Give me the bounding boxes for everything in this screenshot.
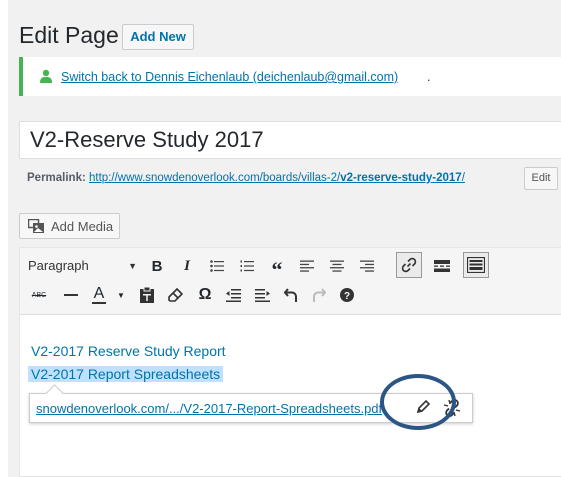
post-title-input[interactable]: V2-Reserve Study 2017: [19, 121, 561, 159]
eraser-icon: [167, 287, 183, 302]
help-button[interactable]: ?: [334, 282, 360, 308]
text-color-dropdown[interactable]: ▼: [108, 282, 134, 308]
add-new-button[interactable]: Add New: [122, 24, 194, 50]
bulleted-list-button[interactable]: [204, 253, 230, 279]
quote-icon: “: [271, 257, 283, 282]
align-left-icon: [300, 260, 314, 272]
switch-back-link[interactable]: Switch back to Dennis Eichenlaub (deiche…: [61, 70, 398, 84]
indent-button[interactable]: [249, 282, 275, 308]
text-color-glyph: A: [93, 285, 105, 302]
blockquote-button[interactable]: “: [264, 253, 290, 282]
italic-button[interactable]: I: [174, 253, 200, 279]
outdent-icon: [225, 288, 241, 302]
redo-button[interactable]: [306, 282, 332, 308]
numbered-list-button[interactable]: [234, 253, 260, 279]
media-icon: [27, 218, 45, 237]
horizontal-line-button[interactable]: [58, 282, 84, 308]
bold-glyph: B: [151, 257, 163, 275]
permalink-label: Permalink:: [27, 172, 86, 184]
clipboard-icon: [140, 287, 154, 303]
read-more-icon: [434, 260, 450, 272]
special-character-button[interactable]: Ω: [192, 282, 218, 308]
permalink-row: Permalink: http://www.snowdenoverlook.co…: [27, 172, 465, 184]
annotation-circle: [380, 374, 456, 430]
content-link-reserve-study[interactable]: V2-2017 Reserve Study Report: [31, 343, 226, 359]
toolbar-toggle-button[interactable]: [463, 252, 489, 278]
outdent-button[interactable]: [220, 282, 246, 308]
keyboard-icon: [467, 257, 485, 273]
align-left-button[interactable]: [294, 253, 320, 279]
strikethrough-glyph: ABC: [31, 291, 47, 299]
add-media-button[interactable]: Add Media: [19, 213, 120, 239]
paste-as-text-button[interactable]: [134, 282, 160, 308]
chevron-down-icon: ▼: [117, 290, 125, 300]
horizontal-line-icon: [64, 294, 78, 296]
special-character-glyph: Ω: [198, 286, 212, 303]
insert-link-button[interactable]: [396, 252, 422, 278]
permalink-trailing: /: [461, 172, 465, 184]
notice-period: .: [427, 70, 431, 84]
color-swatch: [92, 302, 106, 304]
link-icon: [401, 257, 417, 273]
bold-button[interactable]: B: [144, 253, 170, 279]
align-center-icon: [330, 260, 344, 272]
indent-icon: [254, 288, 270, 302]
align-right-button[interactable]: [354, 253, 380, 279]
undo-button[interactable]: [278, 282, 304, 308]
align-right-icon: [360, 260, 374, 272]
permalink-link[interactable]: http://www.snowdenoverlook.com/boards/vi…: [89, 172, 465, 184]
link-preview-url[interactable]: snowdenoverlook.com/.../V2-2017-Report-S…: [36, 401, 382, 416]
editor-area: Paragraph ▼ B I “ ABC A ▼ Ω ? V2-2017 Re…: [19, 247, 561, 477]
add-media-label: Add Media: [51, 219, 114, 234]
format-select[interactable]: Paragraph ▼: [28, 254, 137, 278]
bulleted-list-icon: [210, 260, 224, 272]
svg-text:?: ?: [344, 291, 350, 302]
undo-icon: [284, 288, 297, 302]
page-title: Edit Page: [19, 22, 119, 48]
content-link-spreadsheets[interactable]: V2-2017 Report Spreadsheets: [28, 366, 224, 382]
clear-formatting-button[interactable]: [162, 282, 188, 308]
user-icon: [39, 69, 53, 88]
chevron-down-icon: ▼: [128, 261, 137, 271]
redo-icon: [313, 288, 326, 302]
permalink-base: http://www.snowdenoverlook.com/boards/vi…: [89, 172, 341, 184]
align-center-button[interactable]: [324, 253, 350, 279]
italic-glyph: I: [184, 257, 190, 274]
numbered-list-icon: [240, 260, 254, 272]
permalink-slug: v2-reserve-study-2017: [340, 172, 462, 184]
strikethrough-button[interactable]: ABC: [26, 282, 52, 308]
window-edge: [0, 0, 8, 477]
edit-permalink-button[interactable]: Edit: [524, 167, 558, 190]
read-more-button[interactable]: [429, 253, 455, 279]
help-icon: ?: [340, 288, 354, 302]
admin-notice: Switch back to Dennis Eichenlaub (deiche…: [19, 57, 561, 96]
format-select-value: Paragraph: [28, 258, 89, 273]
editor-toolbar: Paragraph ▼ B I “ ABC A ▼ Ω ?: [20, 248, 561, 315]
